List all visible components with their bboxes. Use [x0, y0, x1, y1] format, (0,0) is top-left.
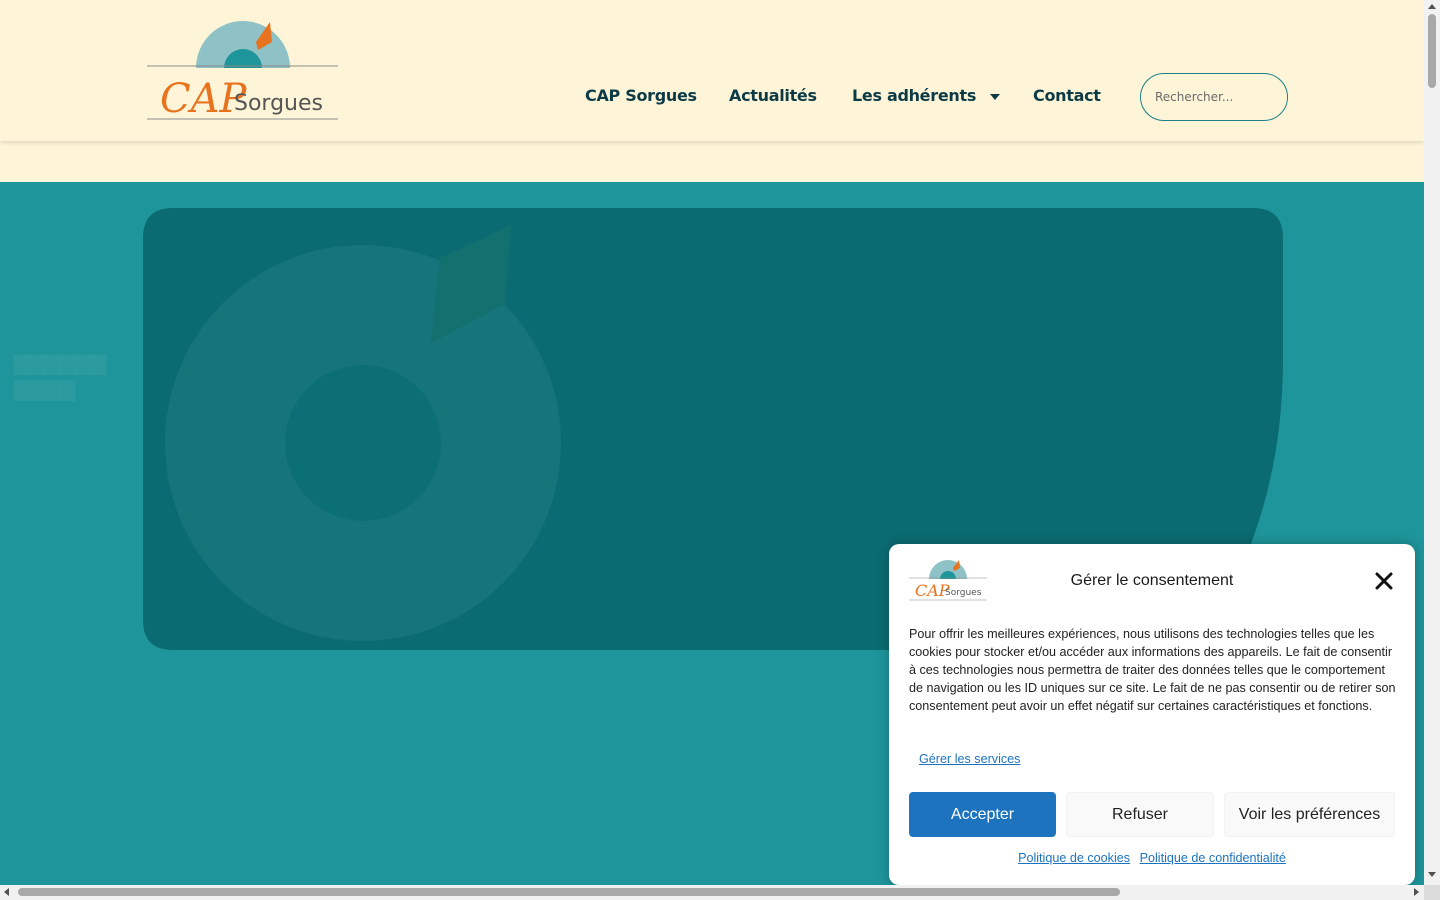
horizontal-scroll-thumb[interactable] [18, 888, 1120, 896]
site-header: CAP Sorgues CAP Sorgues Actualités Les a… [0, 0, 1424, 141]
scroll-right-icon[interactable] [1414, 888, 1419, 896]
close-icon[interactable] [1374, 571, 1394, 591]
hero-top-strip [0, 141, 1424, 182]
consent-modal: CAP Sorgues Gérer le consentement Pour o… [889, 544, 1415, 885]
site-logo[interactable]: CAP Sorgues [146, 20, 339, 121]
scroll-down-icon[interactable] [1428, 872, 1436, 877]
scroll-up-icon[interactable] [1428, 4, 1436, 9]
refuse-button[interactable]: Refuser [1066, 792, 1214, 837]
nav-item-adherents[interactable]: Les adhérents [852, 86, 1001, 105]
hero-decor-hole [285, 365, 441, 521]
caret-down-icon [990, 93, 1001, 100]
scroll-left-icon[interactable] [4, 888, 9, 896]
search-input[interactable] [1140, 73, 1288, 121]
consent-body: Pour offrir les meilleures expériences, … [909, 627, 1396, 713]
accept-button[interactable]: Accepter [909, 792, 1056, 837]
vertical-scroll-thumb[interactable] [1428, 14, 1436, 88]
vertical-scrollbar[interactable] [1424, 0, 1440, 900]
horizontal-scrollbar[interactable] [0, 885, 1424, 900]
nav-item-actualites[interactable]: Actualités [729, 86, 817, 105]
privacy-policy-link[interactable]: Politique de confidentialité [1140, 851, 1286, 865]
hero-ghost-text: ▇▇▇▇▇▇ ▇▇▇▇ [14, 351, 107, 401]
consent-footer-links: Politique de cookies Politique de confid… [889, 851, 1415, 865]
consent-title: Gérer le consentement [1070, 572, 1234, 589]
scrollbar-corner [1424, 885, 1440, 900]
nav-item-cap-sorgues[interactable]: CAP Sorgues [585, 86, 697, 105]
cookie-policy-link[interactable]: Politique de cookies [1018, 851, 1130, 865]
logo-sorgues-text: Sorgues [234, 91, 323, 116]
nav-item-adherents-label: Les adhérents [852, 86, 977, 105]
preferences-button[interactable]: Voir les préférences [1224, 792, 1395, 837]
manage-services-link[interactable]: Gérer les services [919, 752, 1020, 766]
nav-item-contact[interactable]: Contact [1033, 86, 1101, 105]
